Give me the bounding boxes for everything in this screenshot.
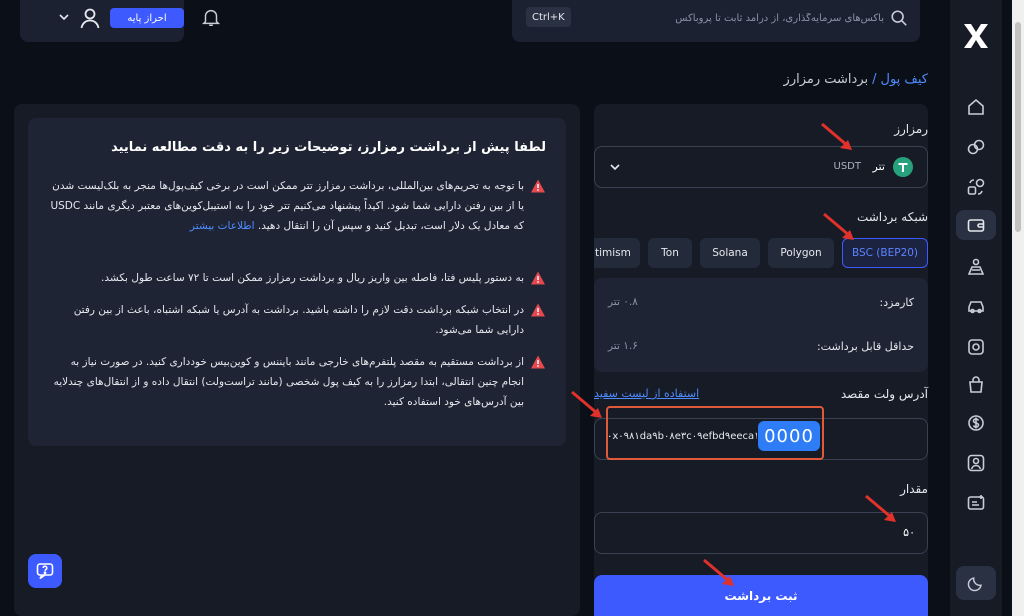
sidebar-item-profile[interactable]	[956, 448, 996, 478]
sidebar-item-shop[interactable]	[956, 370, 996, 400]
chat-help-icon	[36, 563, 54, 580]
sidebar-item-tickets[interactable]	[956, 488, 996, 518]
theme-toggle[interactable]	[956, 566, 996, 600]
user-icon[interactable]	[78, 6, 102, 30]
note-network: در انتخاب شبکه برداشت دقت لازم را داشته …	[46, 300, 546, 340]
help-button[interactable]	[28, 554, 62, 588]
warning-icon	[531, 303, 545, 317]
address-label: آدرس ولت مقصد	[840, 387, 928, 401]
sidebar-item-loan[interactable]	[956, 292, 996, 322]
breadcrumb: کیف پول / برداشت رمزارز	[784, 72, 928, 87]
wallet-icon	[967, 219, 985, 232]
sidebar-item-market[interactable]	[956, 132, 996, 162]
ticket-icon	[967, 495, 985, 510]
network-tab-ton[interactable]: Ton	[648, 238, 692, 268]
search-box[interactable]: Ctrl+K	[512, 0, 920, 42]
fee-info-box: کارمزد: ۰.۸ تتر حداقل قابل برداشت: ۱.۶ ت…	[594, 278, 928, 372]
dollar-icon	[968, 415, 984, 431]
warning-icon	[531, 355, 545, 369]
address-mask-badge: 0000	[758, 421, 820, 451]
network-tab-solana[interactable]: Solana	[700, 238, 760, 268]
info-card: لطفا پیش از برداشت رمزارز، توضیحات زیر ر…	[28, 118, 566, 446]
info-title: لطفا پیش از برداشت رمزارز، توضیحات زیر ر…	[111, 140, 546, 155]
coins-icon	[967, 139, 985, 155]
shortcut-hint: Ctrl+K	[526, 7, 571, 27]
annotation-arrow-icon	[703, 558, 734, 586]
sidebar-item-box[interactable]	[956, 332, 996, 362]
search-icon	[891, 10, 907, 26]
sidebar-item-home[interactable]	[956, 92, 996, 122]
note-text: با توجه به تحریم‌های بین‌المللی، برداشت …	[50, 180, 524, 232]
min-withdraw-label: حداقل قابل برداشت:	[816, 340, 914, 353]
home-icon	[968, 98, 984, 115]
note-sanctions: با توجه به تحریم‌های بین‌المللی، برداشت …	[46, 176, 546, 236]
scrollbar-thumb[interactable]	[1015, 22, 1021, 232]
fee-value: ۰.۸ تتر	[608, 296, 638, 308]
fee-label: کارمزد:	[879, 296, 914, 309]
annotation-arrow-icon	[865, 494, 896, 522]
warning-icon	[531, 271, 545, 285]
search-input[interactable]	[584, 9, 884, 27]
note-text: به دستور پلیس فتا، فاصله بین واریز ریال …	[101, 272, 524, 284]
chevron-down-icon	[610, 164, 620, 171]
annotation-arrow-icon	[823, 212, 854, 240]
sidebar-item-wallet[interactable]	[956, 210, 996, 240]
breadcrumb-wallet-link[interactable]: کیف پول	[881, 72, 928, 87]
note-foreign: از برداشت مستقیم به مقصد پلتفرم‌های خارج…	[46, 352, 546, 412]
breadcrumb-current: برداشت رمزارز	[783, 72, 869, 87]
moon-icon	[967, 577, 982, 592]
box-icon	[968, 339, 984, 355]
bag-icon	[969, 376, 983, 393]
currency-code: USDT	[833, 161, 861, 172]
annotation-arrow-icon	[821, 122, 852, 150]
network-label: شبکه برداشت	[856, 210, 928, 224]
amount-label: مقدار	[900, 482, 928, 496]
note-police: به دستور پلیس فتا، فاصله بین واریز ریال …	[46, 268, 546, 288]
user-area: احراز پایه	[20, 0, 184, 42]
note-text: در انتخاب شبکه برداشت دقت لازم را داشته …	[73, 304, 524, 336]
breadcrumb-separator: /	[872, 72, 877, 87]
tether-icon	[893, 157, 913, 177]
note-text: از برداشت مستقیم به مقصد پلتفرم‌های خارج…	[53, 356, 524, 408]
currency-name: تتر	[872, 160, 885, 173]
min-withdraw-value: ۱.۶ تتر	[608, 340, 638, 352]
brand-logo[interactable]	[960, 20, 992, 52]
submit-withdraw-button[interactable]: ثبت برداشت	[594, 575, 928, 616]
exchange-icon	[967, 178, 985, 195]
network-tab-optimism[interactable]: timism	[594, 238, 640, 268]
more-info-link[interactable]: اطلاعات بیشتر	[190, 220, 255, 232]
kyc-button[interactable]: احراز پایه	[110, 8, 184, 28]
stack-icon	[967, 258, 985, 275]
whitelist-link[interactable]: استفاده از لیست سفید	[594, 387, 699, 400]
car-icon	[968, 301, 984, 314]
profile-icon	[967, 454, 985, 472]
sidebar-item-staking[interactable]	[956, 252, 996, 282]
chevron-down-icon[interactable]	[58, 11, 70, 23]
sidebar-item-dollar[interactable]	[956, 408, 996, 438]
bell-icon[interactable]	[200, 6, 222, 28]
annotation-arrow-icon	[571, 390, 602, 418]
currency-label: رمزارز	[894, 122, 928, 136]
warning-icon	[531, 179, 545, 193]
sidebar-item-exchange[interactable]	[956, 172, 996, 202]
currency-select[interactable]: تتر USDT	[594, 146, 928, 188]
